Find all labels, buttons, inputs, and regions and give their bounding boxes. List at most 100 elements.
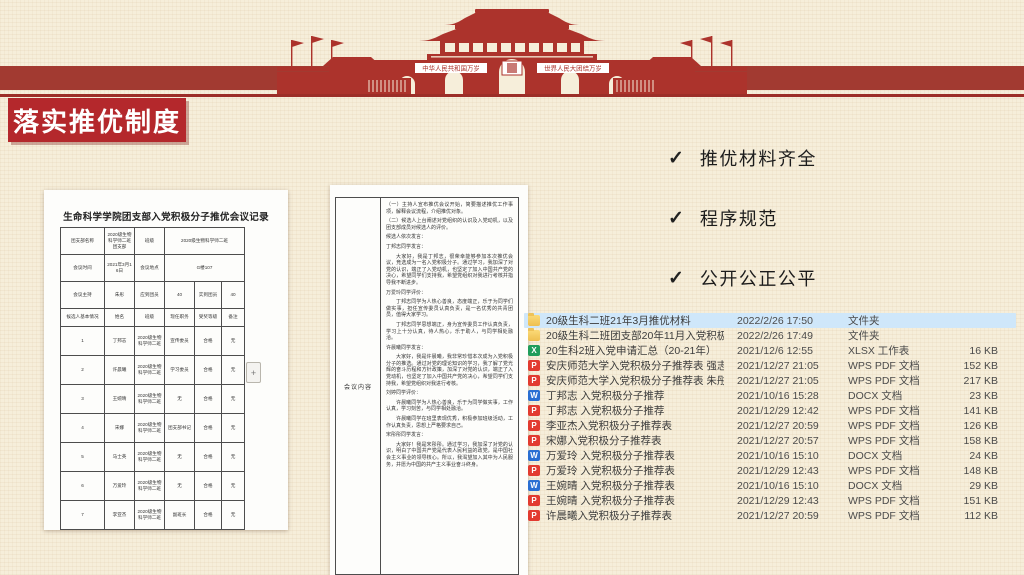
meeting-record-table: 团支部名称2020级生物科学师二班团支部班级2020级生物科学师二班会议时间20…	[60, 227, 245, 530]
file-size: 217 KB	[924, 375, 998, 387]
pdf-file-icon: P	[528, 360, 540, 371]
file-size: 151 KB	[924, 495, 998, 507]
table-cell: 副班长	[165, 501, 195, 530]
table-cell: 王婉晴	[105, 385, 135, 414]
table-row: 2许晨曦2020级生物科学师二班学习委员合格无	[61, 356, 245, 385]
file-row[interactable]: P丁邦志 入党积极分子推荐2021/12/29 12:42WPS PDF 文档1…	[524, 403, 1016, 418]
content-paragraph: 大家好，我是许晨曦，我非常珍惜本次成为入党积极分子的推选。通过对党的理论知识的学…	[386, 354, 513, 387]
table-cell: 2020级生物科学师二班	[165, 228, 245, 255]
bullet-item: ✓ 公开公正公平	[668, 265, 998, 291]
table-cell: 会议时间	[61, 255, 105, 282]
meeting-content-text: （一）主持人宣布推优会议开始，简要描述推优工作事项，解释会议流程，介绍推优对象。…	[381, 198, 518, 574]
table-cell: 丁邦志	[105, 327, 135, 356]
table-cell: 合格	[195, 356, 222, 385]
file-row[interactable]: X20生科2班入党申请汇总（20-21年）2021/12/6 12:55XLSX…	[524, 343, 1016, 358]
file-row[interactable]: W王婉晴 入党积极分子推荐表2021/10/16 15:10DOCX 文档29 …	[524, 478, 1016, 493]
table-cell: 马士英	[105, 443, 135, 472]
checkmark-icon: ✓	[668, 267, 684, 290]
bullet-item: ✓程序规范	[668, 205, 998, 231]
content-paragraph: 大家好！我是宋彤彤。通过学习，我加深了对党的认识，明白了中国共产党是代表人民利益…	[386, 442, 513, 468]
file-row[interactable]: W万爱玲 入党积极分子推荐表2021/10/16 15:10DOCX 文档24 …	[524, 448, 1016, 463]
meeting-content-label: 会议内容	[336, 198, 381, 574]
meeting-record-page: 生命科学学院团支部入党积极分子推优会议记录 团支部名称2020级生物科学师二班团…	[44, 190, 288, 530]
file-name: 20生科2班入党申请汇总（20-21年）	[546, 343, 724, 358]
file-name: 万爱玲 入党积极分子推荐表	[546, 463, 724, 478]
table-cell: 3	[61, 385, 105, 414]
meeting-content-table: 会议内容 （一）主持人宣布推优会议开始，简要描述推优工作事项，解释会议流程，介绍…	[335, 197, 519, 575]
file-row[interactable]: P安庆师范大学入党积极分子推荐表 强志伟2021/12/27 21:05WPS …	[524, 358, 1016, 373]
table-cell: 无	[165, 443, 195, 472]
checkmark-icon: ✓	[668, 147, 684, 170]
file-date: 2021/12/27 21:05	[737, 360, 847, 372]
file-size: 29 KB	[924, 480, 998, 492]
table-header-cell: 班级	[135, 309, 165, 327]
table-row: 7李亚杰2020级生物科学师二班副班长合格无	[61, 501, 245, 530]
docx-file-icon: W	[528, 390, 540, 401]
slide: 中华人民共和国万岁 世界人民大团结万岁 落实推优制度 ✓推优材料齐全✓程序规范✓…	[0, 0, 1024, 575]
table-row: 5马士英2020级生物科学师二班无合格无	[61, 443, 245, 472]
table-cell: 团支部书记	[165, 414, 195, 443]
content-paragraph: 候选人依次发言：	[386, 234, 513, 241]
header-thin-rule	[0, 94, 1024, 97]
meeting-record-title: 生命科学学院团支部入党积极分子推优会议记录	[44, 209, 288, 223]
xlsx-file-icon: X	[528, 345, 540, 356]
table-cell: 4	[61, 414, 105, 443]
file-size: 23 KB	[924, 390, 998, 402]
table-cell: 40	[165, 282, 195, 309]
file-name: 安庆师范大学入党积极分子推荐表 强志伟	[546, 358, 724, 373]
table-info-row: 团支部名称2020级生物科学师二班团支部班级2020级生物科学师二班	[61, 228, 245, 255]
pdf-file-icon: P	[528, 405, 540, 416]
table-cell: 会议地点	[135, 255, 165, 282]
pdf-file-icon: P	[528, 510, 540, 521]
page-title: 落实推优制度	[8, 98, 186, 142]
table-cell: 无	[222, 472, 245, 501]
file-name: 王婉晴 入党积极分子推荐表	[546, 493, 724, 508]
file-row[interactable]: P李亚杰入党积极分子推荐表2021/12/27 20:59WPS PDF 文档1…	[524, 418, 1016, 433]
content-paragraph: 丁邦志同学为人热心善良，态度端正，乐于为同学们做实事，担任宣传委员认真负责，是一…	[386, 299, 513, 319]
table-cell: 李亚杰	[105, 501, 135, 530]
content-paragraph: （一）主持人宣布推优会议开始，简要描述推优工作事项，解释会议流程，介绍推优对象。	[386, 202, 513, 215]
table-cell: 2020级生物科学师二班	[135, 385, 165, 414]
table-cell: 5	[61, 443, 105, 472]
file-row[interactable]: 20级生科二班21年3月推优材料2022/2/26 17:50文件夹	[524, 313, 1016, 328]
file-row[interactable]: 20级生科二班团支部20年11月入党积极分子发...2022/2/26 17:4…	[524, 328, 1016, 343]
meeting-content-page: 会议内容 （一）主持人宣布推优会议开始，简要描述推优工作事项，解释会议流程，介绍…	[330, 185, 528, 575]
table-cell: 会议主持	[61, 282, 105, 309]
table-cell: 2020级生物科学师二班	[135, 356, 165, 385]
table-row: 1丁邦志2020级生物科学师二班宣传委员合格无	[61, 327, 245, 356]
table-cell: 团支部名称	[61, 228, 105, 255]
table-cell: 实到团员	[195, 282, 222, 309]
table-info-row: 会议时间2021年3月16日会议地点G楼107	[61, 255, 245, 282]
bullet-label: 公开公正公平	[700, 265, 817, 291]
file-date: 2022/2/26 17:49	[737, 330, 847, 342]
table-cell: 2	[61, 356, 105, 385]
pdf-file-icon: P	[528, 420, 540, 431]
bullet-label: 程序规范	[700, 205, 778, 231]
table-cell: 2020级生物科学师二班	[135, 443, 165, 472]
file-size: 152 KB	[924, 360, 998, 372]
table-cell: 无	[165, 472, 195, 501]
table-info-row: 会议主持朱彤应到团员40实到团员40	[61, 282, 245, 309]
table-cell: 无	[222, 385, 245, 414]
file-row[interactable]: P万爱玲 入党积极分子推荐表2021/12/29 12:43WPS PDF 文档…	[524, 463, 1016, 478]
file-row[interactable]: P宋娜入党积极分子推荐表2021/12/27 20:57WPS PDF 文档15…	[524, 433, 1016, 448]
file-row[interactable]: W丁邦志 入党积极分子推荐2021/10/16 15:28DOCX 文档23 K…	[524, 388, 1016, 403]
table-cell: 2020级生物科学师二班团支部	[105, 228, 135, 255]
table-cell: 2020级生物科学师二班	[135, 414, 165, 443]
table-cell: G楼107	[165, 255, 245, 282]
file-size: 24 KB	[924, 450, 998, 462]
file-row[interactable]: P安庆师范大学入党积极分子推荐表 朱彤2021/12/27 21:05WPS P…	[524, 373, 1016, 388]
file-date: 2021/12/29 12:42	[737, 405, 847, 417]
file-size: 158 KB	[924, 435, 998, 447]
file-row[interactable]: P王婉晴 入党积极分子推荐表2021/12/29 12:43WPS PDF 文档…	[524, 493, 1016, 508]
file-date: 2021/12/29 12:43	[737, 465, 847, 477]
table-cell: 无	[222, 443, 245, 472]
pdf-file-icon: P	[528, 375, 540, 386]
content-paragraph: 许晨曦同学在班里表现优秀，积极参加班级活动，工作认真负责，思想上严格要求自己。	[386, 416, 513, 429]
table-cell: 许晨曦	[105, 356, 135, 385]
table-cell: 应到团员	[135, 282, 165, 309]
table-row: 3王婉晴2020级生物科学师二班无合格无	[61, 385, 245, 414]
file-row[interactable]: P许晨曦入党积极分子推荐表2021/12/27 20:59WPS PDF 文档1…	[524, 508, 1016, 523]
file-name: 丁邦志 入党积极分子推荐	[546, 403, 724, 418]
zoom-plus-button[interactable]: +	[246, 362, 261, 383]
